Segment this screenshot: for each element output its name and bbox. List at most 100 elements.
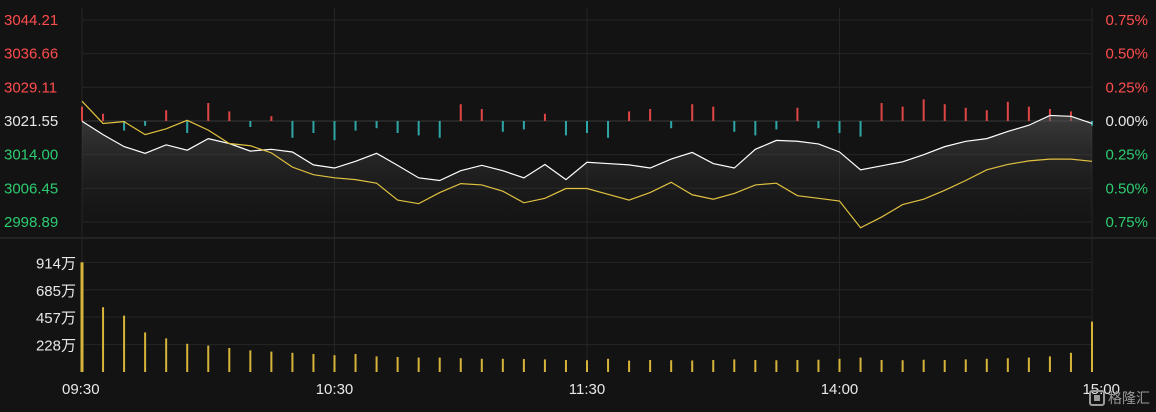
volume-bar [1091, 321, 1093, 372]
volume-bar [775, 360, 778, 372]
breadth-bar [943, 104, 946, 121]
volume-bar [754, 360, 757, 372]
volume-tick-label: 457万 [36, 310, 76, 327]
breadth-bar [249, 121, 252, 127]
breadth-bar [1006, 101, 1009, 121]
volume-bar [649, 360, 652, 372]
volume-bar [270, 351, 273, 372]
breadth-bar [144, 121, 147, 126]
breadth-bar [312, 121, 315, 133]
volume-bar [480, 358, 483, 372]
breadth-bar [691, 104, 694, 121]
volume-bar [564, 360, 567, 372]
breadth-bar [670, 121, 673, 129]
breadth-bar [922, 99, 925, 121]
volume-bar [333, 355, 336, 372]
breadth-bar [354, 121, 357, 131]
percent-tick-label: 0.25% [1105, 147, 1148, 164]
price-tick-label: 3044.21 [4, 12, 58, 29]
volume-bar [943, 360, 946, 372]
volume-bar [186, 343, 189, 372]
breadth-bar [375, 121, 378, 129]
chart-canvas: 3044.21 3036.66 3029.11 3021.55 3014.00 3006.… [0, 8, 1156, 398]
breadth-bar [859, 121, 862, 137]
breadth-bar [586, 121, 588, 133]
percent-tick-label: 0.75% [1105, 214, 1148, 231]
breadth-bar [796, 107, 799, 121]
intraday-chart: 3044.21 3036.66 3029.11 3021.55 3014.00 3006.… [0, 0, 1156, 412]
time-tick-label: 14:00 [821, 381, 859, 398]
watermark: 格隆汇 [1089, 388, 1150, 408]
percent-tick-label: 0.25% [1105, 79, 1148, 96]
breadth-bar [459, 104, 462, 121]
time-tick-label: 10:30 [316, 381, 354, 398]
breadth-bar [607, 121, 610, 138]
volume-bar [670, 360, 673, 372]
volume-bar [838, 358, 841, 372]
volume-bar [922, 359, 925, 372]
volume-bar [1006, 358, 1009, 372]
breadth-bar [712, 106, 715, 121]
volume-bar [522, 359, 525, 372]
breadth-bar [501, 121, 504, 132]
breadth-bar [333, 121, 336, 141]
breadth-bar [985, 110, 988, 121]
volume-bar [880, 360, 883, 372]
time-tick-label: 09:30 [62, 381, 100, 398]
price-tick-label: 3006.45 [4, 180, 58, 197]
percent-tick-label: 0.50% [1105, 180, 1148, 197]
breadth-bar [628, 111, 631, 121]
breadth-bar [1027, 106, 1030, 121]
breadth-bar [480, 109, 483, 121]
volume-bar [228, 348, 231, 372]
breadth-bar [81, 106, 83, 121]
volume-bar [859, 357, 862, 372]
price-tick-label: 3014.00 [4, 147, 58, 164]
volume-bar [1069, 352, 1072, 372]
breadth-bar [186, 121, 189, 133]
price-tick-label: 2998.89 [4, 214, 58, 231]
breadth-bar [838, 121, 841, 133]
volume-bar [354, 354, 357, 372]
brand-logo-icon [1089, 390, 1105, 406]
breadth-bar [102, 113, 105, 121]
breadth-bar [291, 121, 294, 138]
volume-bar [607, 358, 610, 372]
breadth-bar [649, 109, 652, 121]
volume-bar [459, 358, 462, 372]
breadth-bar [817, 121, 820, 129]
breadth-bar [775, 121, 778, 130]
volume-bar [123, 315, 126, 372]
volume-bar [102, 307, 105, 372]
breadth-bar [880, 103, 883, 121]
volume-tick-label: 228万 [36, 338, 76, 355]
breadth-bar [733, 121, 736, 132]
volume-bar [901, 360, 904, 372]
breadth-bar [754, 121, 757, 136]
volume-tick-label: 685万 [36, 283, 76, 300]
breadth-bar [964, 107, 967, 121]
volume-bar [586, 360, 588, 372]
breadth-bar [417, 121, 420, 136]
breadth-bar [438, 121, 441, 138]
volume-bar [964, 359, 967, 372]
volume-bar [712, 360, 715, 372]
volume-bar [396, 357, 399, 372]
breadth-bar [228, 111, 231, 121]
price-tick-label: 3029.11 [4, 79, 57, 96]
volume-bar [817, 359, 820, 372]
volume-bar [1048, 356, 1051, 372]
percent-tick-label: 0.50% [1105, 46, 1148, 63]
volume-bar [628, 360, 631, 372]
breadth-bar [396, 121, 399, 133]
time-tick-label: 11:30 [569, 381, 605, 398]
volume-bar [417, 357, 420, 372]
breadth-bar [901, 106, 904, 121]
volume-bar [1027, 357, 1030, 372]
volume-tick-label: 914万 [36, 255, 76, 272]
percent-tick-label: 0.00% [1105, 113, 1148, 130]
watermark-text: 格隆汇 [1108, 390, 1150, 406]
breadth-bar [564, 121, 567, 136]
volume-bar [165, 338, 168, 372]
price-tick-label: 3021.55 [4, 113, 58, 130]
